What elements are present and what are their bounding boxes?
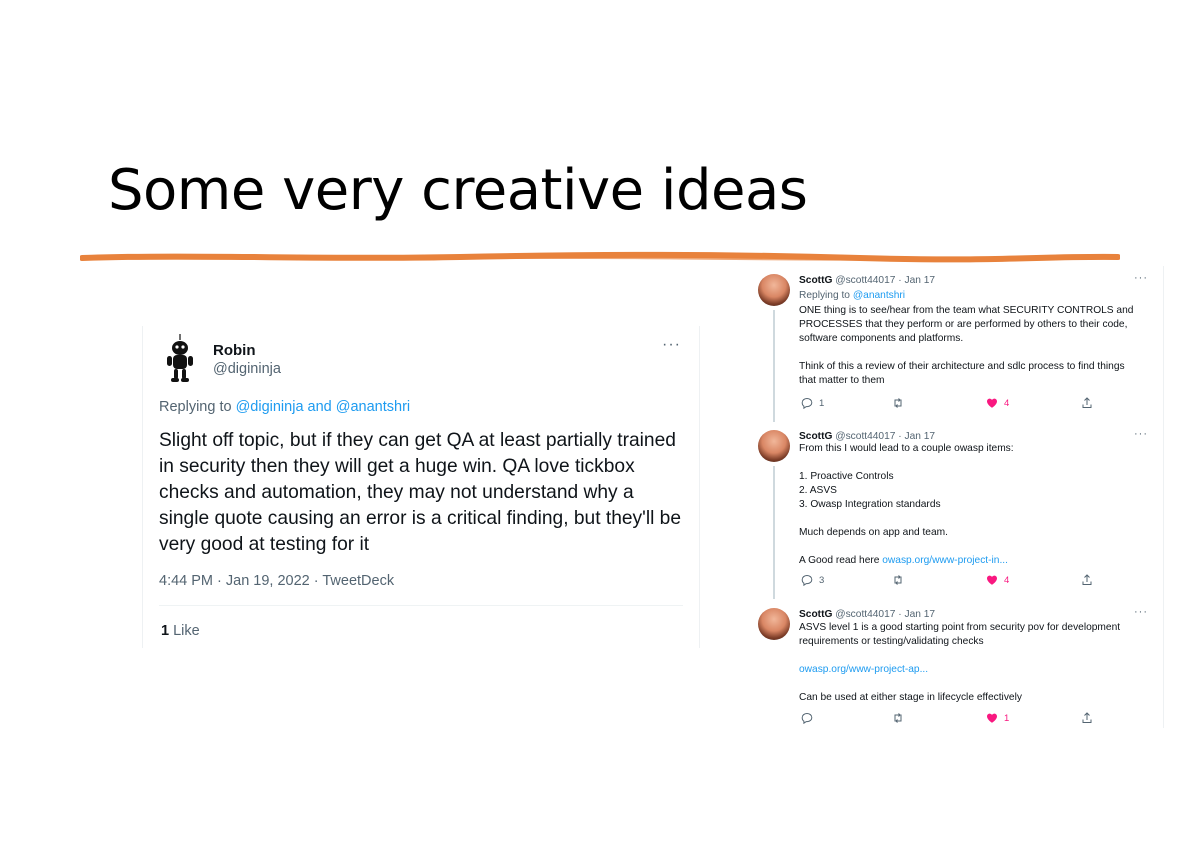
text-line: 2. ASVS [799,485,837,496]
replying-prefix: Replying to [799,290,850,301]
tweet-header: ScottG @scott44017 · Jan 17 [799,275,935,286]
tweet-timestamp[interactable]: 4:44 PM · Jan 19, 2022 · TweetDeck [159,573,394,589]
text-line: Much depends on app and team. [799,527,948,538]
text-line: 3. Owasp Integration standards [799,499,941,510]
text-line: 1. Proactive Controls [799,471,894,482]
heart-icon [987,575,997,585]
reply-button[interactable] [801,712,819,724]
author-handle[interactable]: @digininja [213,361,281,377]
more-options-icon[interactable]: ··· [662,336,681,354]
likes-count: 1 [161,623,170,639]
like-button[interactable]: 4 [986,574,1009,586]
replying-to: Replying to @anantshri [799,290,905,301]
share-icon [1082,574,1092,585]
text-line [799,456,1155,470]
share-button[interactable] [1081,712,1093,724]
text-line: ASVS level 1 is a good starting point fr… [799,622,1121,633]
tweet-card-robin: Robin @digininja ··· Replying to @digini… [142,326,700,648]
author-name[interactable]: ScottG [799,275,832,286]
tweet-actions: 3 4 [799,574,1099,588]
text-line [799,512,1155,526]
tweet-header: ScottG @scott44017 · Jan 17 [799,609,935,620]
avatar[interactable] [758,608,790,640]
tweet-actions: 1 [799,712,1099,726]
retweet-icon [894,575,902,585]
text-line: that matter to them [799,375,885,386]
reply-icon [801,397,813,409]
share-icon [1082,712,1092,723]
more-options-icon[interactable]: ··· [1134,606,1148,618]
like-count: 4 [1004,397,1010,409]
tweet-header: ScottG @scott44017 · Jan 17 [799,431,935,442]
avatar-robot-icon[interactable] [165,334,195,382]
author-name[interactable]: Robin [213,342,256,359]
like-button[interactable]: 1 [986,712,1009,724]
divider [159,605,683,606]
likes-count-link[interactable]: 1 Like [161,623,200,639]
slide-title: Some very creative ideas [108,158,808,223]
text-line: ONE thing is to see/hear from the team w… [799,305,1134,316]
replying-prefix: Replying to [159,399,232,415]
text-line [799,540,1155,554]
like-count: 1 [1004,712,1010,724]
author-handle-date[interactable]: @scott44017 · Jan 17 [835,431,935,442]
thread-tweet: ScottG @scott44017 · Jan 17 ··· From thi… [752,422,1164,599]
text-line [799,677,1155,691]
link-prefix: A Good read here [799,555,883,566]
more-options-icon[interactable]: ··· [1134,272,1148,284]
reply-count: 1 [819,397,825,409]
text-line: requirements or testing/validating check… [799,636,984,647]
share-icon [1082,397,1092,408]
replying-to-link[interactable]: @anantshri [853,290,905,301]
thread-tweet: ScottG @scott44017 · Jan 17 ··· Replying… [752,266,1164,422]
reply-thread: ScottG @scott44017 · Jan 17 ··· Replying… [752,266,1164,728]
title-underline [80,251,1120,263]
like-count: 4 [1004,574,1010,586]
retweet-button[interactable] [892,712,910,724]
text-line: From this I would lead to a couple owasp… [799,443,1014,454]
owasp-link[interactable]: owasp.org/www-project-ap... [799,663,1155,677]
avatar[interactable] [758,430,790,462]
author-name[interactable]: ScottG [799,431,832,442]
thread-tweet: ScottG @scott44017 · Jan 17 ··· ASVS lev… [752,600,1164,728]
reply-icon [801,712,813,724]
text-line: Think of this a review of their architec… [799,361,1125,372]
retweet-icon [894,398,902,408]
tweet-actions: 1 4 [799,397,1099,411]
reply-button[interactable]: 1 [801,397,824,409]
owasp-link[interactable]: owasp.org/www-project-in... [882,555,1008,566]
like-button[interactable]: 4 [986,397,1009,409]
tweet-text: ASVS level 1 is a good starting point fr… [799,621,1155,705]
author-name[interactable]: ScottG [799,609,832,620]
replying-to: Replying to @digininja and @anantshri [159,399,410,415]
heart-icon [987,713,997,723]
text-line [799,649,1155,663]
author-handle-date[interactable]: @scott44017 · Jan 17 [835,275,935,286]
heart-icon [987,398,997,408]
reply-icon [801,574,813,586]
text-line: Can be used at either stage in lifecycle… [799,692,1022,703]
retweet-icon [894,713,902,723]
reply-count: 3 [819,574,825,586]
tweet-text: ONE thing is to see/hear from the team w… [799,304,1155,388]
thread-connector [773,466,775,599]
more-options-icon[interactable]: ··· [1134,428,1148,440]
retweet-button[interactable] [892,574,910,586]
text-line: A Good read here owasp.org/www-project-i… [799,554,1155,568]
text-line: PROCESSES that they perform or are perfo… [799,319,1128,330]
likes-label: Like [173,623,200,639]
share-button[interactable] [1081,574,1093,586]
retweet-button[interactable] [892,397,910,409]
thread-connector [773,310,775,422]
tweet-text: Slight off topic, but if they can get QA… [159,430,682,555]
text-line [799,346,1155,360]
avatar[interactable] [758,274,790,306]
replying-to-link[interactable]: @digininja and @anantshri [236,399,411,415]
author-handle-date[interactable]: @scott44017 · Jan 17 [835,609,935,620]
tweet-text: From this I would lead to a couple owasp… [799,442,1155,568]
share-button[interactable] [1081,397,1093,409]
text-line: software components and platforms. [799,333,964,344]
reply-button[interactable]: 3 [801,574,824,586]
